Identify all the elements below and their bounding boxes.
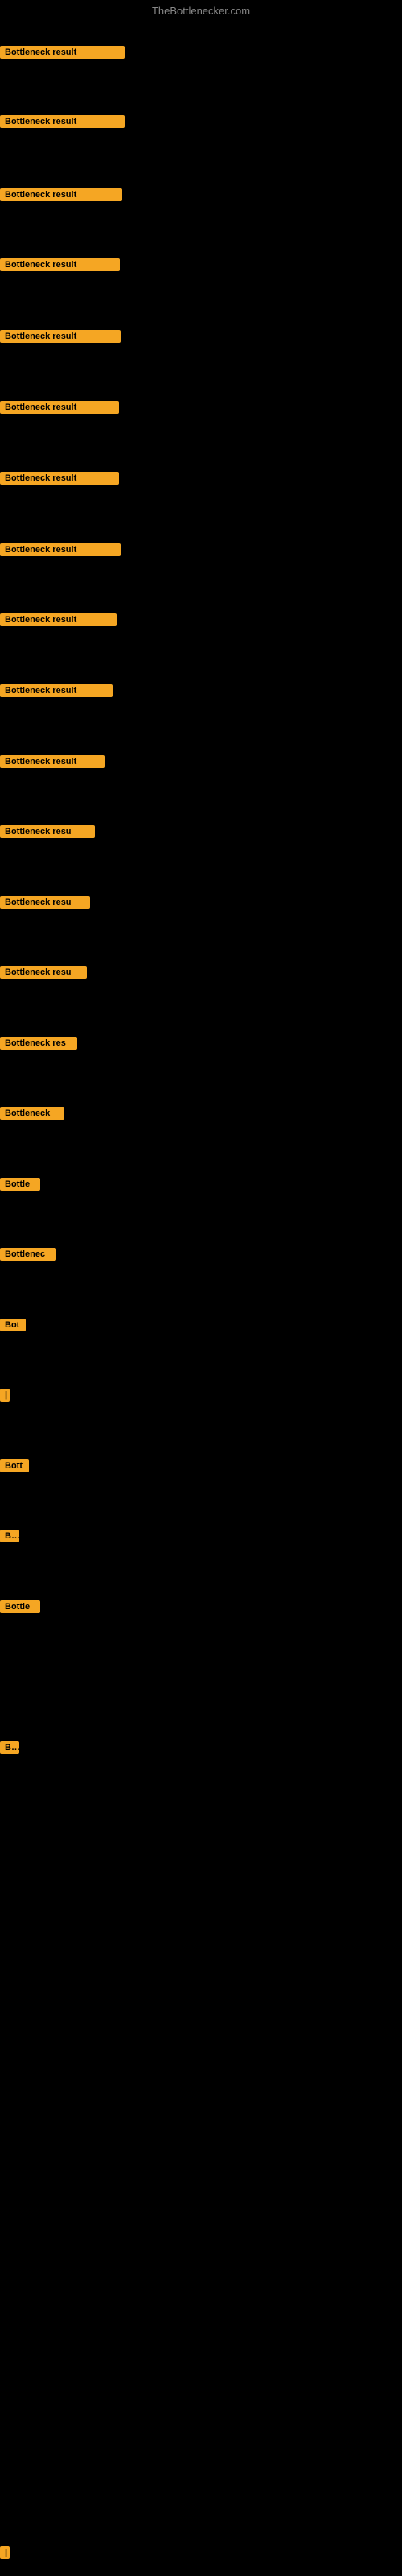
bottleneck-result-badge[interactable]: Bottleneck result xyxy=(0,115,125,128)
bottleneck-result-badge[interactable]: Bottleneck result xyxy=(0,543,121,556)
bottleneck-result-badge[interactable]: Bottleneck result xyxy=(0,188,122,201)
bottleneck-result-badge[interactable]: Bottleneck result xyxy=(0,330,121,343)
bottleneck-result-badge[interactable]: Bottle xyxy=(0,1178,40,1191)
bottleneck-result-badge[interactable]: Bottle xyxy=(0,1600,40,1613)
bottleneck-result-badge[interactable]: | xyxy=(0,1389,10,1402)
bottleneck-result-badge[interactable]: Bottleneck resu xyxy=(0,825,95,838)
bottleneck-result-badge[interactable]: Bottleneck result xyxy=(0,46,125,59)
bottleneck-result-badge[interactable]: Bo xyxy=(0,1530,19,1542)
bottleneck-result-badge[interactable]: | xyxy=(0,2546,10,2559)
bottleneck-result-badge[interactable]: Bottleneck resu xyxy=(0,966,87,979)
bottleneck-result-badge[interactable]: Bottleneck result xyxy=(0,684,113,697)
bottleneck-result-badge[interactable]: Bott xyxy=(0,1459,29,1472)
bottleneck-result-badge[interactable]: Bottleneck result xyxy=(0,258,120,271)
bottleneck-result-badge[interactable]: Bottleneck result xyxy=(0,613,117,626)
bottleneck-result-badge[interactable]: Bottleneck result xyxy=(0,755,105,768)
site-title: TheBottlenecker.com xyxy=(152,5,250,17)
bottleneck-result-badge[interactable]: Bottleneck res xyxy=(0,1037,77,1050)
bottleneck-result-badge[interactable]: Bottleneck resu xyxy=(0,896,90,909)
bottleneck-result-badge[interactable]: Bo xyxy=(0,1741,19,1754)
bottleneck-result-badge[interactable]: Bottleneck result xyxy=(0,401,119,414)
bottleneck-result-badge[interactable]: Bottleneck result xyxy=(0,472,119,485)
bottleneck-result-badge[interactable]: Bottleneck xyxy=(0,1107,64,1120)
bottleneck-result-badge[interactable]: Bot xyxy=(0,1319,26,1331)
bottleneck-result-badge[interactable]: Bottlenec xyxy=(0,1248,56,1261)
